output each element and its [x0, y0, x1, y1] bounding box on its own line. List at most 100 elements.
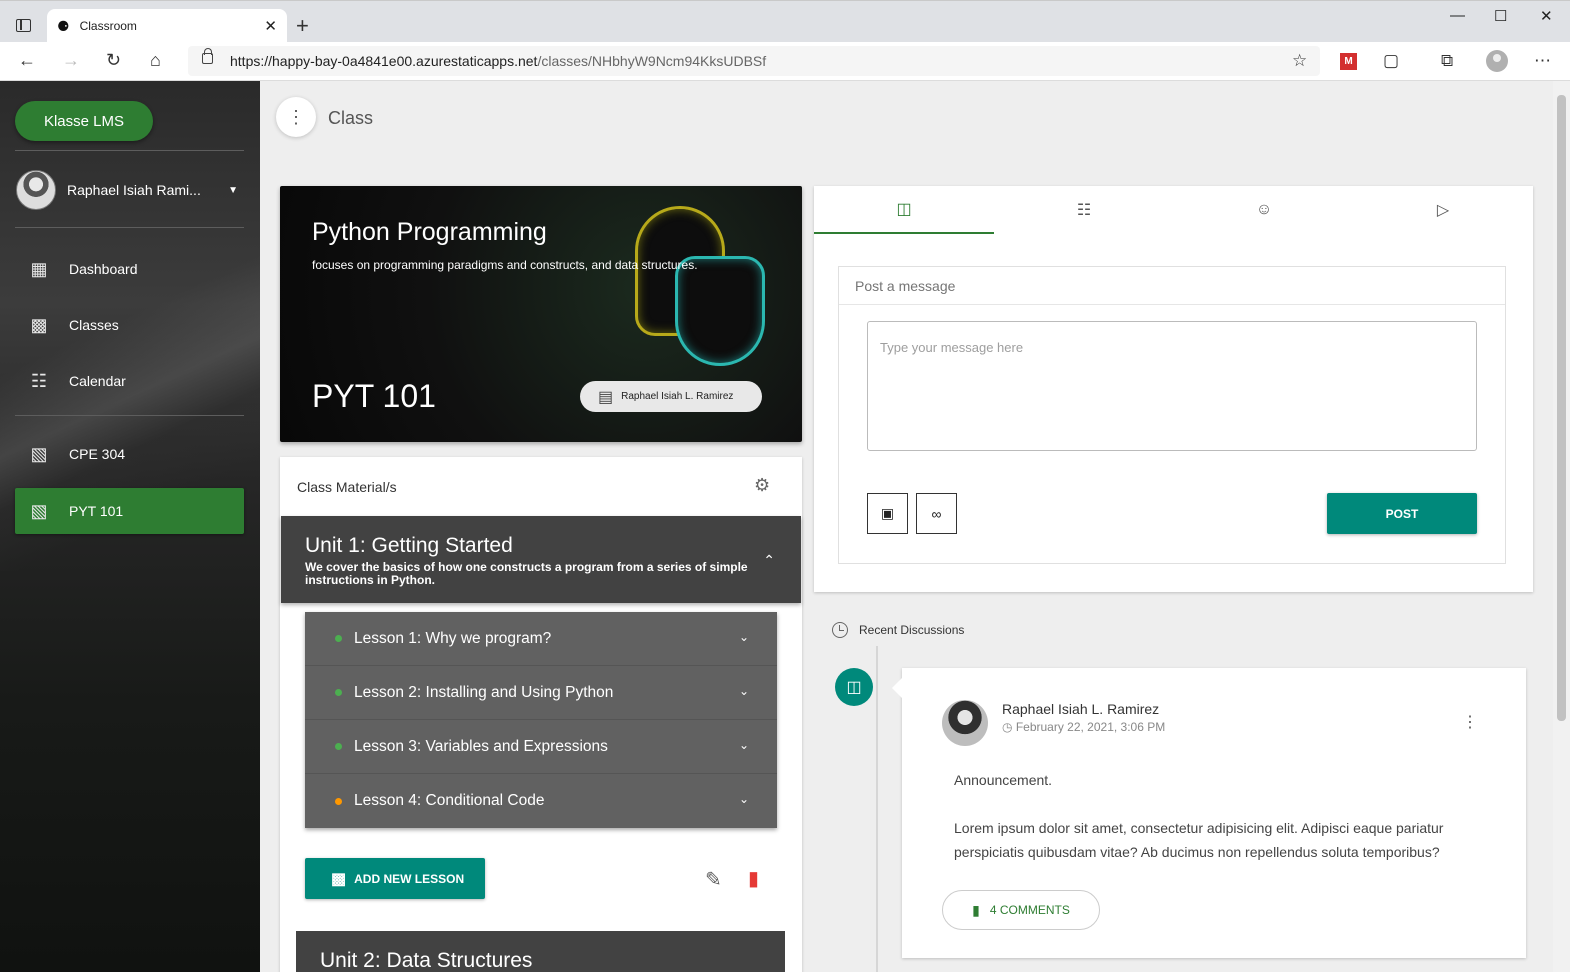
python-logo-icon [675, 256, 765, 366]
divider [15, 150, 244, 151]
comment-icon: ▮ [972, 901, 980, 918]
tab-title: Classroom [79, 19, 137, 33]
post-header: Post a message [839, 267, 1505, 305]
profile-icon[interactable] [1486, 50, 1508, 72]
chevron-down-icon[interactable]: ⌄ [739, 738, 749, 752]
chevron-down-icon[interactable]: ▼ [228, 185, 238, 196]
lock-icon[interactable] [202, 48, 213, 64]
url-path: /classes/NHbhyW9Ncm94KksUDBSf [537, 53, 767, 69]
sidebar-item-calendar[interactable]: ☷ Calendar [15, 358, 244, 404]
post-date-text: February 22, 2021, 3:06 PM [1015, 720, 1166, 734]
chevron-down-icon[interactable]: ⌄ [739, 630, 749, 644]
window-close-icon[interactable]: ✕ [1540, 7, 1553, 25]
materials-card: Class Material/s ⚙ Unit 1: Getting Start… [280, 457, 802, 972]
lesson-label: Lesson 3: Variables and Expressions [354, 737, 608, 755]
unit-panel[interactable]: Unit 1: Getting Started We cover the bas… [281, 516, 801, 603]
user-menu[interactable]: Raphael Isiah Rami... ▼ [16, 169, 244, 211]
favorites-icon[interactable]: ☆ [1292, 51, 1307, 71]
unit-panel[interactable]: Unit 2: Data Structures [296, 931, 785, 972]
file-add-icon: ▣ [880, 505, 895, 521]
tab-stream[interactable]: ◫ [814, 186, 994, 234]
home-icon[interactable]: ⌂ [150, 50, 161, 71]
attach-file-button[interactable]: ▣ [867, 493, 908, 534]
more-icon[interactable]: ⋯ [1534, 51, 1551, 71]
book-icon: ▧ [30, 500, 48, 521]
reload-icon[interactable]: ↻ [106, 50, 121, 71]
browser-tabstrip: ⚈ Classroom ✕ + — ☐ ✕ [0, 0, 1570, 43]
comments-label: 4 COMMENTS [989, 903, 1070, 917]
timeline-line [876, 646, 878, 972]
more-vert-icon[interactable]: ⋮ [1462, 712, 1478, 732]
more-vert-icon[interactable]: ⋮ [276, 97, 316, 137]
brand-button[interactable]: Klasse LMS [15, 101, 153, 141]
close-tab-icon[interactable]: ✕ [264, 17, 277, 35]
address-toolbar: ← → ↻ ⌂ https://happy-bay-0a4841e00.azur… [0, 42, 1570, 81]
link-icon: ∞ [931, 505, 942, 522]
class-subtitle: focuses on programming paradigms and con… [312, 258, 698, 272]
unit-description: We cover the basics of how one construct… [305, 560, 748, 587]
sidebar-item-dashboard[interactable]: ▦ Dashboard [15, 246, 244, 292]
dashboard-icon: ▦ [30, 258, 48, 279]
delete-icon[interactable]: ▮ [748, 866, 759, 891]
lesson-item[interactable]: Lesson 2: Installing and Using Python ⌄ [305, 666, 777, 720]
add-lesson-button[interactable]: ▩ ADD NEW LESSON [305, 858, 485, 899]
avatar [16, 170, 56, 210]
lesson-label: Lesson 4: Conditional Code [354, 792, 545, 809]
status-dot-icon [335, 743, 342, 750]
unit-title: Unit 1: Getting Started [305, 534, 513, 557]
video-icon: ▷ [1436, 202, 1450, 219]
url-input[interactable]: https://happy-bay-0a4841e00.azurestatica… [188, 46, 1320, 76]
materials-heading: Class Material/s [297, 479, 397, 495]
status-dot-icon [335, 689, 342, 696]
lesson-item[interactable]: Lesson 4: Conditional Code ⌄ [305, 774, 777, 828]
sidebar-item-classes[interactable]: ▩ Classes [15, 302, 244, 348]
collections-icon[interactable]: ⧉ [1441, 51, 1453, 71]
attach-link-button[interactable]: ∞ [916, 493, 957, 534]
status-dot-icon [335, 635, 342, 642]
lesson-item[interactable]: Lesson 1: Why we program? ⌄ [305, 612, 777, 666]
people-icon: ☺ [1255, 201, 1273, 218]
chevron-down-icon[interactable]: ⌄ [739, 684, 749, 698]
extension-icon[interactable]: M [1340, 53, 1357, 70]
message-input[interactable]: Type your message here [867, 321, 1477, 451]
back-icon[interactable]: ← [18, 50, 36, 71]
tab-video[interactable]: ▷ [1353, 186, 1533, 234]
tab-actions-icon[interactable] [16, 19, 31, 32]
maximize-icon[interactable]: ☐ [1494, 7, 1507, 25]
tab-calendar[interactable]: ☷ [994, 186, 1174, 234]
clock-icon [832, 622, 848, 638]
class-title: Python Programming [312, 218, 547, 246]
screenshot-icon[interactable]: ▢ [1383, 51, 1399, 71]
chevron-up-icon[interactable]: ⌃ [763, 552, 775, 569]
lesson-label: Lesson 2: Installing and Using Python [354, 683, 614, 701]
teacher-name: Raphael Isiah L. Ramirez [621, 391, 734, 402]
sidebar: Klasse LMS Raphael Isiah Rami... ▼ ▦ Das… [0, 81, 260, 972]
gear-icon[interactable]: ⚙ [754, 475, 770, 496]
edit-icon[interactable]: ✎ [705, 867, 722, 892]
avatar [942, 700, 988, 746]
comments-button[interactable]: ▮ 4 COMMENTS [942, 890, 1100, 930]
tab-people[interactable]: ☺ [1174, 186, 1354, 234]
stream-card: ◫ ☷ ☺ ▷ Post a message Type your message… [814, 186, 1533, 592]
recent-discussions-heading: Recent Discussions [832, 622, 964, 638]
scrollbar-thumb[interactable] [1557, 95, 1566, 721]
minimize-icon[interactable]: — [1450, 7, 1465, 24]
sidebar-item-cpe304[interactable]: ▧ CPE 304 [15, 431, 244, 477]
url-host: https://happy-bay-0a4841e00.azurestatica… [230, 53, 538, 69]
browser-tab[interactable]: ⚈ Classroom ✕ [47, 9, 287, 43]
discussion-icon: ◫ [835, 668, 873, 706]
teacher-icon: ▤ [598, 388, 614, 406]
sidebar-item-pyt101[interactable]: ▧ PYT 101 [15, 488, 244, 534]
chevron-down-icon[interactable]: ⌄ [739, 792, 749, 806]
lesson-list: Lesson 1: Why we program? ⌄ Lesson 2: In… [305, 612, 777, 828]
stream-icon: ◫ [896, 201, 912, 218]
class-banner: Python Programming focuses on programmin… [280, 186, 802, 442]
lesson-item[interactable]: Lesson 3: Variables and Expressions ⌄ [305, 720, 777, 774]
post-body: Lorem ipsum dolor sit amet, consectetur … [954, 820, 1444, 860]
status-dot-icon [335, 797, 342, 805]
teacher-chip[interactable]: ▤ Raphael Isiah L. Ramirez [580, 381, 762, 412]
forward-icon[interactable]: → [62, 50, 80, 71]
new-tab-icon[interactable]: + [296, 13, 309, 39]
scrollbar[interactable] [1553, 81, 1570, 972]
post-button[interactable]: POST [1327, 493, 1477, 534]
